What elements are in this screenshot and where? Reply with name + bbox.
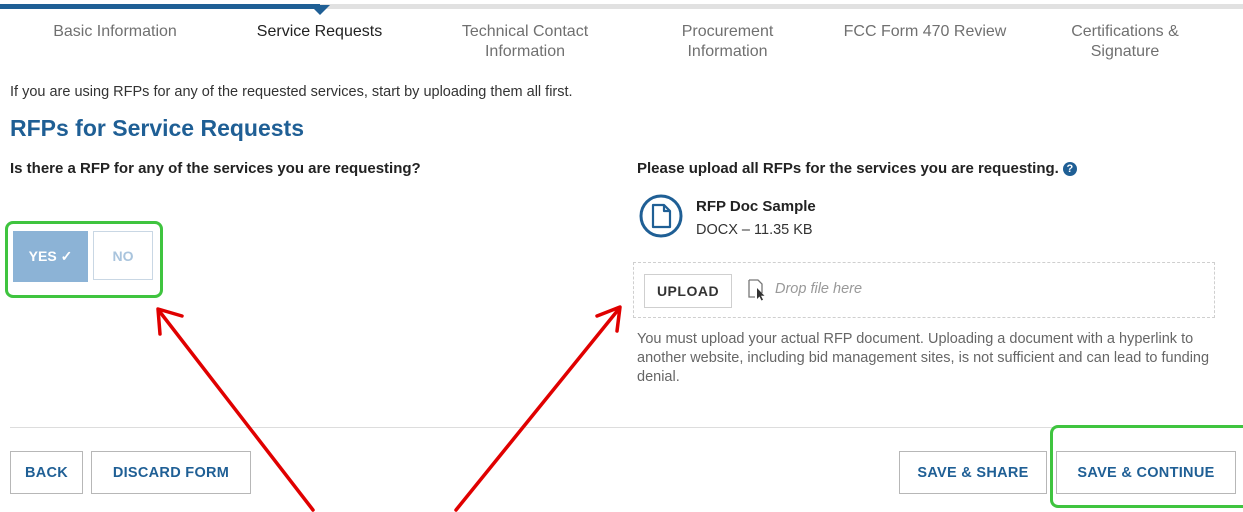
uploaded-file-name[interactable]: RFP Doc Sample [696,198,816,215]
footer-divider [10,427,1237,428]
save-and-continue-button[interactable]: SAVE & CONTINUE [1056,451,1236,494]
rfp-yes-no-toggle: YES ✓ NO [13,231,155,282]
step-certifications-signature[interactable]: Certifications & Signature [1045,22,1205,62]
save-and-share-button[interactable]: SAVE & SHARE [899,451,1047,494]
uploaded-file-meta: DOCX – 11.35 KB [696,222,813,238]
drop-file-hint: Drop file here [775,281,863,297]
step-procurement-information[interactable]: Procurement Information [650,22,805,62]
wizard-progress-fill [0,4,320,9]
upload-button[interactable]: UPLOAD [644,274,732,308]
section-title: RFPs for Service Requests [10,115,305,141]
step-fcc-form-470-review[interactable]: FCC Form 470 Review [835,22,1015,42]
yes-button[interactable]: YES ✓ [13,231,88,282]
active-step-indicator [310,5,330,15]
upload-title: Please upload all RFPs for the services … [637,160,1077,177]
rfp-warning-text: You must upload your actual RFP document… [637,331,1210,385]
upload-title-text: Please upload all RFPs for the services … [637,160,1059,177]
rfp-question-label: Is there a RFP for any of the services y… [10,160,421,177]
arrow-head-upload [595,305,622,333]
arrow-head-toggle [156,307,184,336]
file-dropzone[interactable]: UPLOAD Drop file here [633,262,1215,318]
step-technical-contact-information[interactable]: Technical Contact Information [440,22,610,62]
back-button[interactable]: BACK [10,451,83,494]
annotation-arrows [156,305,622,512]
document-icon[interactable] [639,194,683,238]
step-basic-information[interactable]: Basic Information [30,22,200,42]
no-button[interactable]: NO [93,231,153,280]
arrow-to-upload [454,308,620,512]
step-service-requests[interactable]: Service Requests [232,22,407,42]
discard-form-button[interactable]: DISCARD FORM [91,451,251,494]
drag-pointer-icon [748,279,765,301]
intro-text: If you are using RFPs for any of the req… [10,84,573,100]
question-circle-icon[interactable]: ? [1062,162,1077,176]
wizard-progress-bar [0,4,1243,9]
